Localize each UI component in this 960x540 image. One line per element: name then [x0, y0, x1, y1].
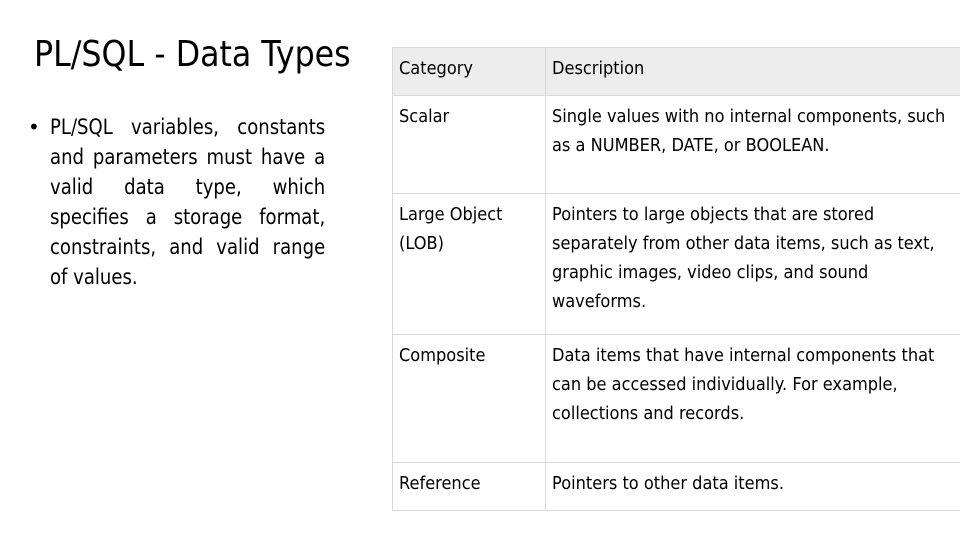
description-text: Pointers to large objects that are store… [552, 204, 935, 312]
bullet-item: • PL/SQL variables, constants and parame… [28, 112, 370, 292]
bullet-list: • PL/SQL variables, constants and parame… [28, 112, 370, 292]
header-category: Category [392, 47, 546, 96]
table-row: Scalar Single values with no internal co… [392, 95, 960, 194]
category-cell: Large Object (LOB) [392, 193, 546, 335]
bullet-icon: • [28, 115, 40, 139]
header-category-label: Category [399, 58, 474, 79]
table-header-row: Category Description [392, 47, 960, 96]
header-description: Description [545, 47, 960, 96]
description-cell: Data items that have internal components… [545, 334, 960, 463]
category-text: Reference [399, 473, 481, 494]
category-text: Scalar [399, 106, 450, 127]
description-text: Data items that have internal components… [552, 345, 935, 424]
description-cell: Pointers to other data items. [545, 462, 960, 511]
category-cell: Scalar [392, 95, 546, 194]
table-row: Reference Pointers to other data items. [392, 462, 960, 511]
description-cell: Single values with no internal component… [545, 95, 960, 194]
table-row: Large Object (LOB) Pointers to large obj… [392, 193, 960, 335]
category-cell: Composite [392, 334, 546, 463]
category-cell: Reference [392, 462, 546, 511]
header-description-label: Description [552, 58, 645, 79]
bullet-text: PL/SQL variables, constants and paramete… [50, 115, 326, 289]
slide-title: PL/SQL - Data Types [34, 34, 351, 75]
category-text: Large Object (LOB) [399, 204, 503, 254]
description-cell: Pointers to large objects that are store… [545, 193, 960, 335]
data-types-table: Category Description Scalar Single value… [392, 47, 960, 511]
table-row: Composite Data items that have internal … [392, 334, 960, 463]
description-text: Single values with no internal component… [552, 106, 946, 156]
description-text: Pointers to other data items. [552, 473, 784, 494]
category-text: Composite [399, 345, 486, 366]
